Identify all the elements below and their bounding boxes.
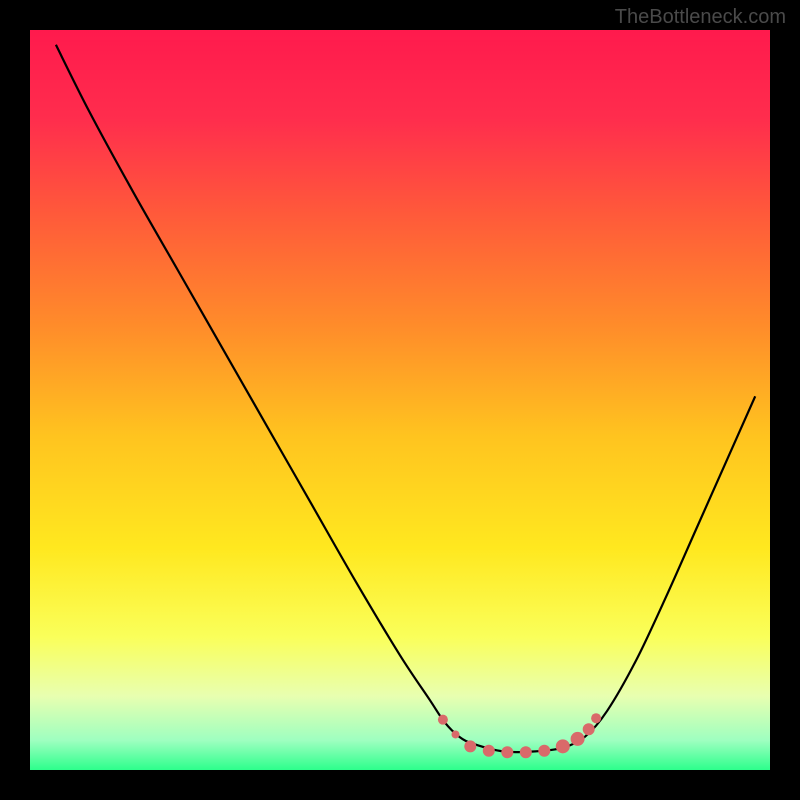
watermark-text: TheBottleneck.com: [615, 6, 786, 29]
marker-dot: [483, 745, 495, 757]
marker-dot: [438, 715, 448, 725]
marker-dot: [452, 730, 460, 738]
marker-dot: [591, 713, 601, 723]
marker-dot: [571, 732, 585, 746]
marker-dot: [583, 723, 595, 735]
gradient-background: [30, 30, 770, 770]
marker-dot: [464, 740, 476, 752]
plot-area: [30, 30, 770, 770]
chart-container: TheBottleneck.com: [0, 0, 800, 800]
marker-dot: [501, 746, 513, 758]
marker-dot: [520, 746, 532, 758]
chart-svg: [30, 30, 770, 770]
marker-dot: [538, 745, 550, 757]
marker-dot: [556, 739, 570, 753]
